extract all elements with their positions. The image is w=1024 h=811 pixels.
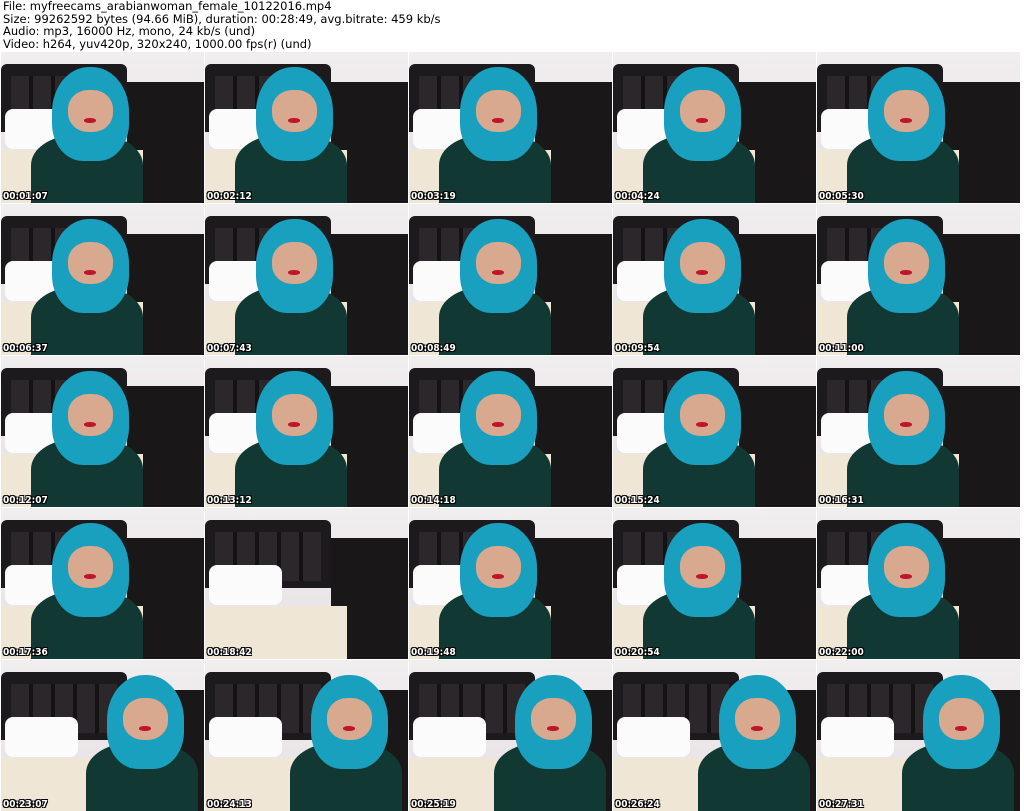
video-thumbnail[interactable]: 00:12:07 bbox=[1, 356, 204, 507]
timestamp: 00:17:36 bbox=[3, 647, 48, 658]
timestamp: 00:12:07 bbox=[3, 495, 48, 506]
frame-person-face bbox=[67, 241, 113, 285]
video-thumbnail[interactable]: 00:14:18 bbox=[409, 356, 612, 507]
frame-person-face bbox=[679, 89, 725, 133]
timestamp: 00:09:54 bbox=[615, 343, 660, 354]
frame-person-face bbox=[679, 545, 725, 589]
frame-person-lips bbox=[547, 726, 560, 731]
video-thumbnail[interactable]: 00:19:48 bbox=[409, 508, 612, 659]
frame-person-face bbox=[475, 241, 521, 285]
video-thumbnail[interactable]: 00:09:54 bbox=[613, 204, 816, 355]
timestamp: 00:23:07 bbox=[3, 799, 48, 810]
video-thumbnail[interactable]: 00:06:37 bbox=[1, 204, 204, 355]
timestamp: 00:16:31 bbox=[819, 495, 864, 506]
timestamp: 00:05:30 bbox=[819, 191, 864, 202]
video-thumbnail[interactable]: 00:08:49 bbox=[409, 204, 612, 355]
frame-pillow bbox=[5, 717, 79, 757]
video-thumbnail[interactable]: 00:13:12 bbox=[205, 356, 408, 507]
video-thumbnail[interactable]: 00:18:42 bbox=[205, 508, 408, 659]
video-thumbnail[interactable]: 00:17:36 bbox=[1, 508, 204, 659]
thumbnail-grid: 00:01:07 00:02:12 00:03:19 00:04:24 00:05:30… bbox=[1, 52, 1020, 811]
video-thumbnail[interactable]: 00:04:24 bbox=[613, 52, 816, 203]
timestamp: 00:19:48 bbox=[411, 647, 456, 658]
timestamp: 00:13:12 bbox=[207, 495, 252, 506]
frame-person-face bbox=[271, 393, 317, 437]
frame-person-face bbox=[475, 89, 521, 133]
video-thumbnail[interactable]: 00:05:30 bbox=[817, 52, 1020, 203]
frame-person-lips bbox=[139, 726, 152, 731]
timestamp: 00:01:07 bbox=[3, 191, 48, 202]
frame-pillow bbox=[209, 565, 283, 605]
frame-person-face bbox=[475, 545, 521, 589]
frame-person-face bbox=[883, 545, 929, 589]
frame-person-face bbox=[734, 697, 780, 741]
video-thumbnail[interactable]: 00:15:24 bbox=[613, 356, 816, 507]
timestamp: 00:08:49 bbox=[411, 343, 456, 354]
frame-person-face bbox=[883, 89, 929, 133]
frame-person-face bbox=[67, 89, 113, 133]
video-thumbnail[interactable]: 00:24:13 bbox=[205, 660, 408, 811]
audio-info: Audio: mp3, 16000 Hz, mono, 24 kb/s (und… bbox=[3, 24, 256, 38]
frame-person-face bbox=[271, 241, 317, 285]
frame-person-face bbox=[883, 393, 929, 437]
timestamp: 00:25:19 bbox=[411, 799, 456, 810]
timestamp: 00:20:54 bbox=[615, 647, 660, 658]
video-thumbnail[interactable]: 00:23:07 bbox=[1, 660, 204, 811]
video-thumbnail[interactable]: 00:03:19 bbox=[409, 52, 612, 203]
timestamp: 00:14:18 bbox=[411, 495, 456, 506]
video-thumbnail[interactable]: 00:25:19 bbox=[409, 660, 612, 811]
timestamp: 00:02:12 bbox=[207, 191, 252, 202]
frame-pillow bbox=[413, 717, 487, 757]
timestamp: 00:07:43 bbox=[207, 343, 252, 354]
video-info: Video: h264, yuv420p, 320x240, 1000.00 f… bbox=[3, 36, 312, 51]
video-thumbnail[interactable]: 00:01:07 bbox=[1, 52, 204, 203]
frame-person-lips bbox=[343, 726, 356, 731]
frame-person-face bbox=[67, 393, 113, 437]
frame-person-face bbox=[67, 545, 113, 589]
timestamp: 00:15:24 bbox=[615, 495, 660, 506]
timestamp: 00:11:00 bbox=[819, 343, 864, 354]
timestamp: 00:03:19 bbox=[411, 191, 456, 202]
timestamp: 00:22:00 bbox=[819, 647, 864, 658]
frame-person-face bbox=[938, 697, 984, 741]
frame-person-face bbox=[122, 697, 168, 741]
frame-pillow bbox=[209, 717, 283, 757]
video-thumbnail[interactable]: 00:26:24 bbox=[613, 660, 816, 811]
timestamp: 00:04:24 bbox=[615, 191, 660, 202]
frame-person-lips bbox=[955, 726, 968, 731]
frame-pillow bbox=[821, 717, 895, 757]
frame-person-face bbox=[271, 89, 317, 133]
video-thumbnail[interactable]: 00:22:00 bbox=[817, 508, 1020, 659]
frame-person-face bbox=[679, 393, 725, 437]
frame-person-face bbox=[475, 393, 521, 437]
file-name: File: myfreecams_arabianwoman_female_101… bbox=[3, 0, 332, 13]
video-thumbnail[interactable]: 00:27:31 bbox=[817, 660, 1020, 811]
frame-pillow bbox=[617, 717, 691, 757]
timestamp: 00:26:24 bbox=[615, 799, 660, 810]
timestamp: 00:06:37 bbox=[3, 343, 48, 354]
frame-person-lips bbox=[751, 726, 764, 731]
timestamp: 00:18:42 bbox=[207, 647, 252, 658]
frame-person-face bbox=[883, 241, 929, 285]
video-thumbnail[interactable]: 00:16:31 bbox=[817, 356, 1020, 507]
timestamp: 00:27:31 bbox=[819, 799, 864, 810]
video-thumbnail[interactable]: 00:11:00 bbox=[817, 204, 1020, 355]
frame-person-face bbox=[679, 241, 725, 285]
file-info-header: File: myfreecams_arabianwoman_female_101… bbox=[3, 0, 441, 50]
video-thumbnail[interactable]: 00:20:54 bbox=[613, 508, 816, 659]
frame-person-face bbox=[326, 697, 372, 741]
video-thumbnail[interactable]: 00:07:43 bbox=[205, 204, 408, 355]
timestamp: 00:24:13 bbox=[207, 799, 252, 810]
video-thumbnail[interactable]: 00:02:12 bbox=[205, 52, 408, 203]
frame-person-face bbox=[530, 697, 576, 741]
